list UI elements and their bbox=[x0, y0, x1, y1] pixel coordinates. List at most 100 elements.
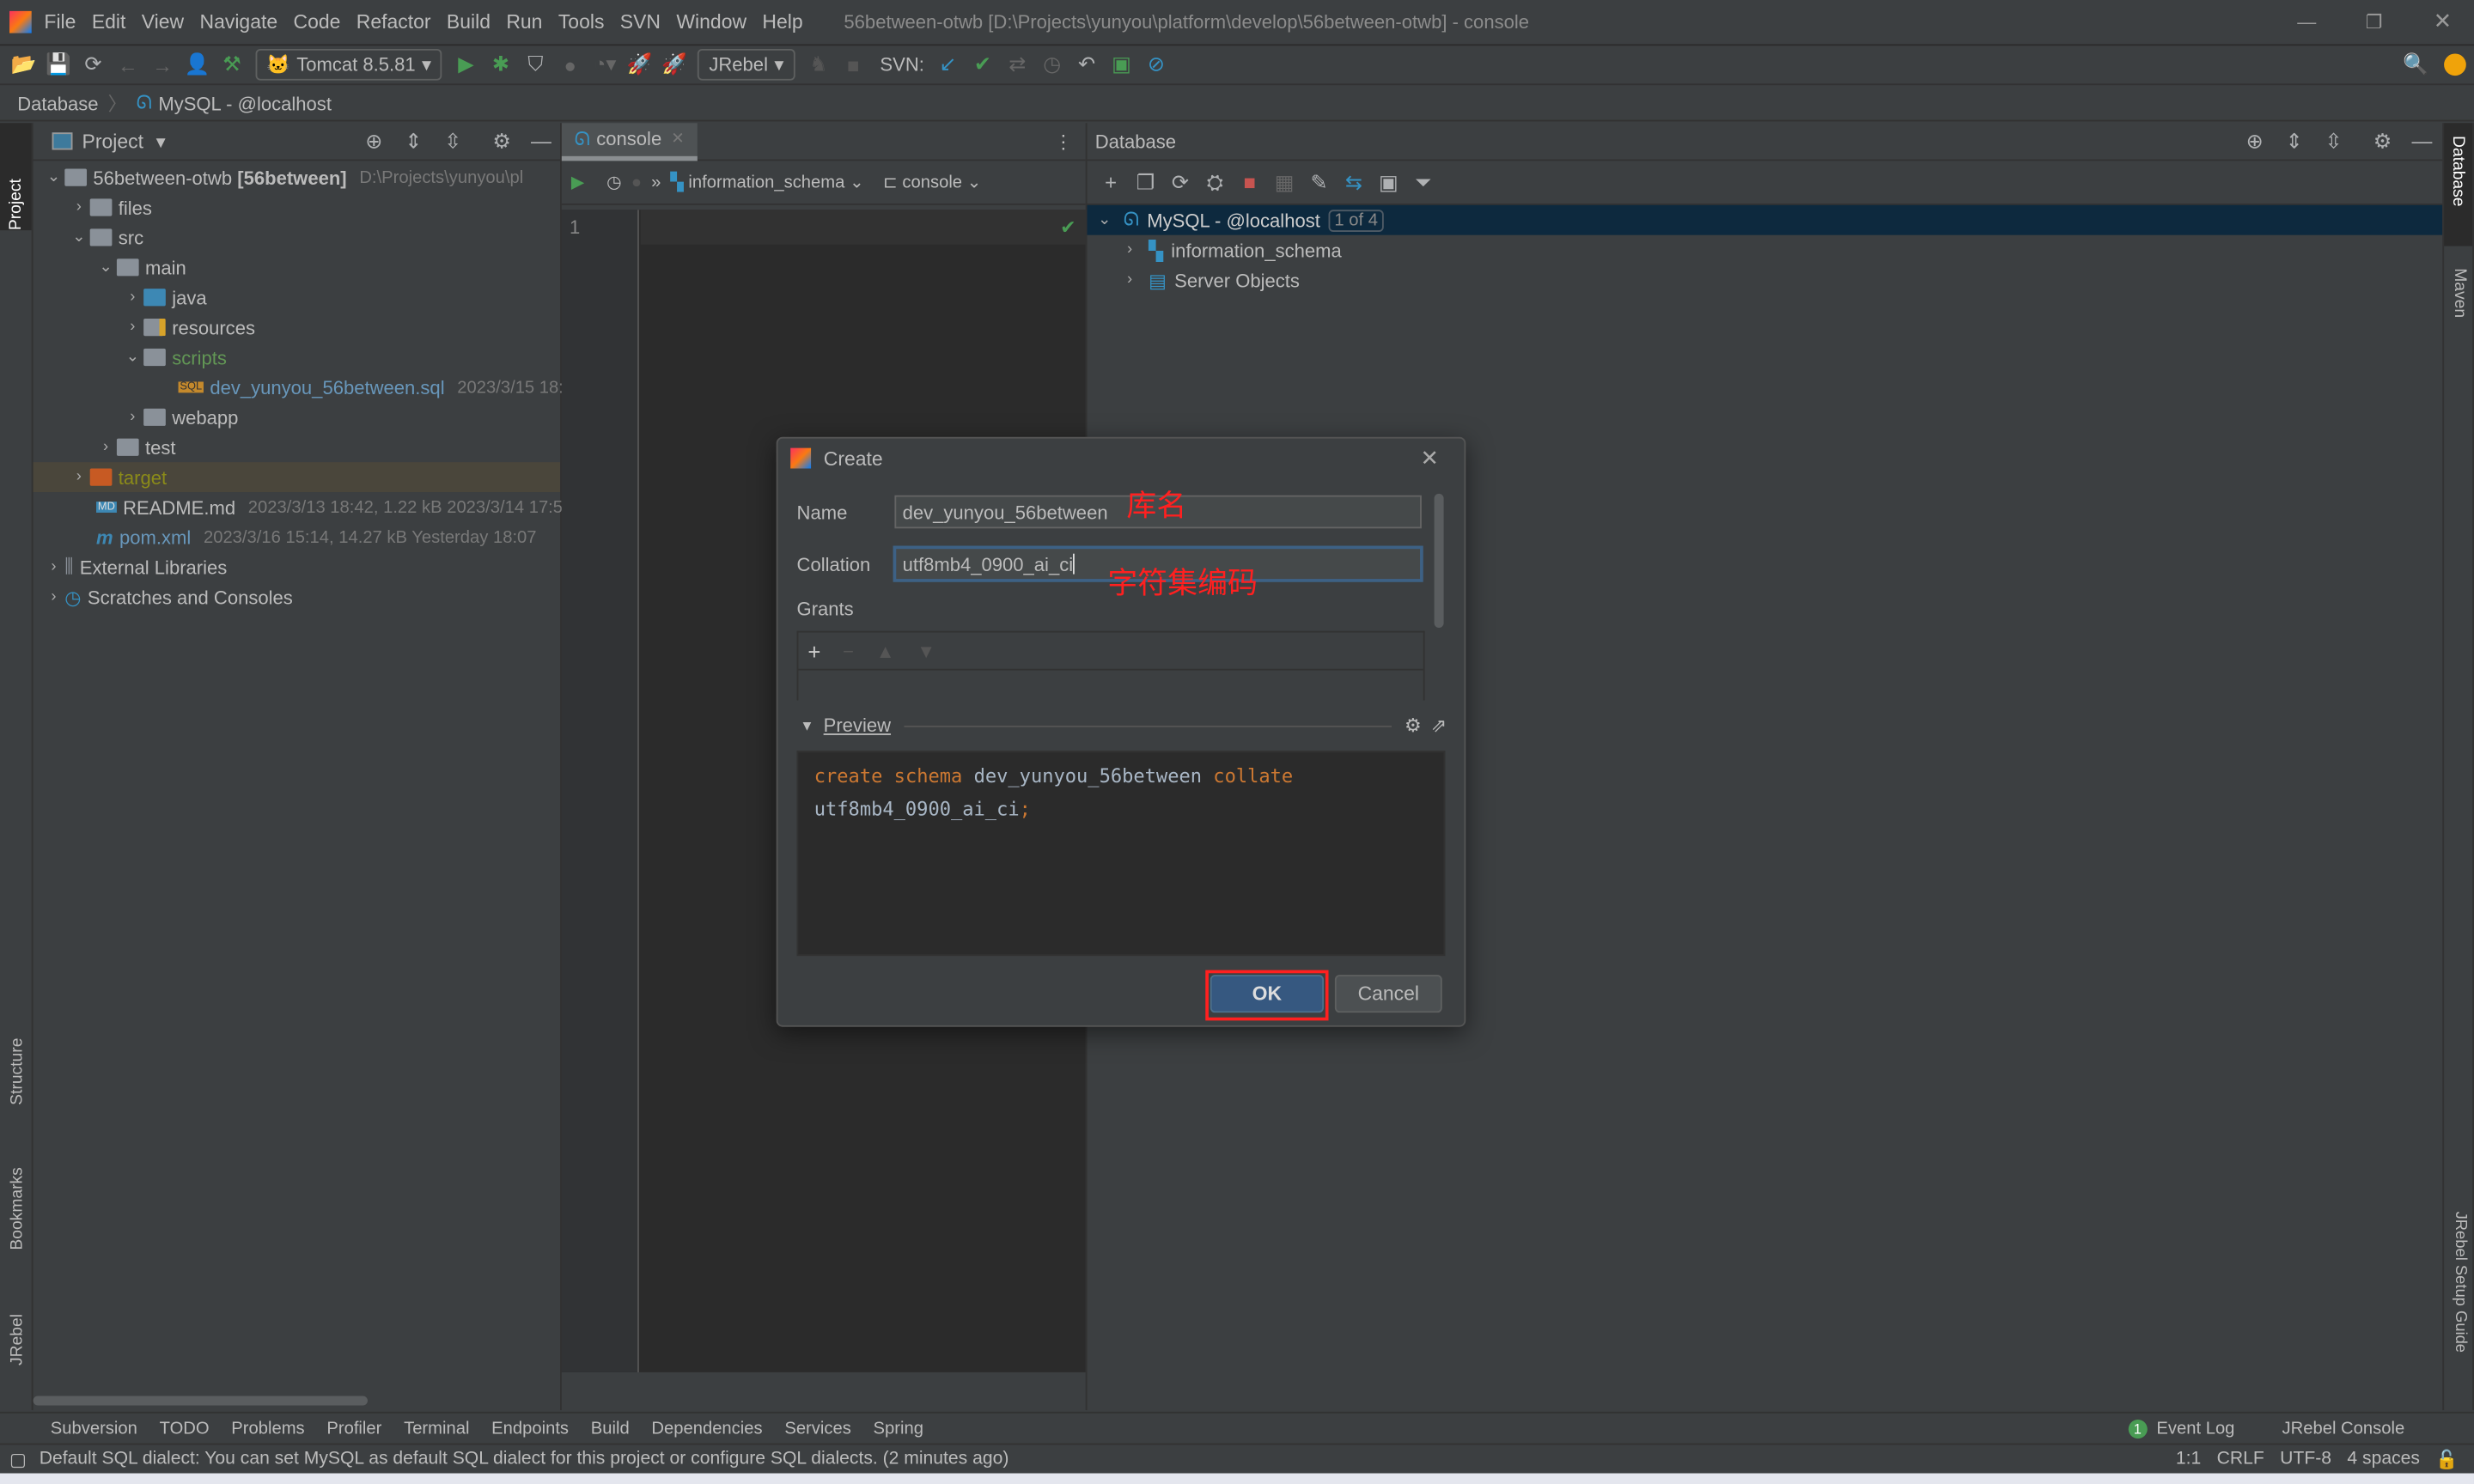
db-item-server-objects[interactable]: › ▤ Server Objects bbox=[1088, 265, 2443, 295]
close-tab-icon[interactable]: ✕ bbox=[671, 131, 684, 148]
line-separator[interactable]: CRLF bbox=[2217, 1450, 2264, 1469]
tree-root[interactable]: ⌄ 56between-otwb [56between] D:\Projects\y… bbox=[34, 162, 560, 192]
execute-icon[interactable]: ▶ bbox=[571, 172, 585, 192]
gear-icon[interactable]: ⚙ bbox=[484, 125, 519, 157]
jrebel-tool-button[interactable]: JRebel bbox=[0, 1314, 34, 1365]
menu-run[interactable]: Run bbox=[506, 10, 542, 33]
menu-tools[interactable]: Tools bbox=[558, 10, 605, 33]
collapse-all-icon[interactable]: ⇳ bbox=[436, 125, 470, 157]
tree-item-resources[interactable]: › resources bbox=[34, 313, 560, 343]
menu-svn[interactable]: SVN bbox=[620, 10, 661, 33]
status-toggle-icon[interactable]: ▢ bbox=[9, 1448, 27, 1470]
menu-navigate[interactable]: Navigate bbox=[199, 10, 277, 33]
tool-event-log[interactable]: Event Log bbox=[2156, 1419, 2234, 1438]
structure-tool-button[interactable]: Structure bbox=[0, 1038, 34, 1105]
save-icon[interactable]: 💾 bbox=[41, 49, 76, 81]
more-run-icon[interactable]: ◔▾ bbox=[588, 49, 622, 81]
tree-item-target[interactable]: › target bbox=[33, 462, 561, 493]
history-icon[interactable]: ◷ bbox=[606, 172, 622, 192]
locate-icon[interactable]: ⊕ bbox=[356, 125, 391, 157]
open-folder-icon[interactable]: 📂 bbox=[6, 49, 40, 81]
no-icon[interactable]: ⊘ bbox=[1139, 49, 1173, 81]
breadcrumb-database[interactable]: Database bbox=[17, 92, 98, 114]
menu-file[interactable]: File bbox=[44, 10, 76, 33]
open-external-icon[interactable]: ⇗ bbox=[1431, 715, 1447, 737]
jrebel-icon[interactable]: ♞ bbox=[801, 49, 836, 81]
duplicate-icon[interactable]: ❐ bbox=[1128, 167, 1162, 198]
tree-item-main[interactable]: ⌄ main bbox=[34, 252, 560, 283]
dialog-scrollbar[interactable] bbox=[1434, 493, 1444, 629]
add-icon[interactable]: + bbox=[1094, 167, 1128, 198]
status-message[interactable]: Default SQL dialect: You can set MySQL a… bbox=[40, 1450, 1009, 1469]
tool-endpoints[interactable]: Endpoints bbox=[491, 1419, 569, 1438]
jump-icon[interactable]: ⇆ bbox=[1337, 167, 1371, 198]
breadcrumb-connection[interactable]: MySQL - @localhost bbox=[158, 92, 332, 114]
tool-terminal[interactable]: Terminal bbox=[404, 1419, 469, 1438]
file-encoding[interactable]: UTF-8 bbox=[2280, 1450, 2331, 1469]
jrebel-select[interactable]: JRebel ▾ bbox=[698, 48, 795, 81]
hide-icon[interactable]: — bbox=[524, 125, 558, 157]
tree-item-scratches[interactable]: › ◷ Scratches and Consoles bbox=[34, 582, 560, 612]
move-up-icon[interactable]: ▲ bbox=[876, 640, 895, 662]
history-icon[interactable]: ◷ bbox=[1034, 49, 1069, 81]
horizontal-scrollbar[interactable] bbox=[33, 1396, 368, 1406]
tree-item-readme[interactable]: MD README.md 2023/3/13 18:42, 1.22 kB 2023… bbox=[34, 492, 563, 522]
preview-code[interactable]: create schema dev_yunyou_56between colla… bbox=[796, 751, 1446, 957]
menu-view[interactable]: View bbox=[142, 10, 184, 33]
tab-console[interactable]: ᘏ console ✕ bbox=[561, 122, 698, 161]
tool-subversion[interactable]: Subversion bbox=[51, 1419, 137, 1438]
session-select[interactable]: ⊏ console ⌄ bbox=[883, 172, 982, 192]
tool-spring[interactable]: Spring bbox=[874, 1419, 923, 1438]
tool-jrebel-console[interactable]: JRebel Console bbox=[2282, 1419, 2405, 1438]
gear-icon[interactable]: ⚙ bbox=[1405, 715, 1422, 737]
edit-icon[interactable]: ✎ bbox=[1301, 167, 1336, 198]
db-connection[interactable]: ⌄ ᘏ MySQL - @localhost 1 of 4 bbox=[1087, 204, 2443, 235]
menu-refactor[interactable]: Refactor bbox=[356, 10, 431, 33]
expand-all-icon[interactable]: ⇕ bbox=[2276, 125, 2311, 157]
gear-icon[interactable]: ⚙ bbox=[2365, 125, 2399, 157]
cancel-button[interactable]: Cancel bbox=[1334, 975, 1442, 1013]
tool-build[interactable]: Build bbox=[591, 1419, 630, 1438]
db-tools-icon[interactable]: ⛭ bbox=[1197, 167, 1232, 198]
lock-icon[interactable]: 🔓 bbox=[2435, 1448, 2458, 1470]
search-icon[interactable]: 🔍 bbox=[2398, 49, 2433, 81]
table-icon[interactable]: ▦ bbox=[1267, 167, 1301, 198]
chevron-down-icon[interactable]: ▾ bbox=[156, 131, 166, 153]
close-window-button[interactable]: ✕ bbox=[2434, 8, 2453, 34]
tree-item-test[interactable]: › test bbox=[34, 432, 560, 462]
menu-build[interactable]: Build bbox=[447, 10, 491, 33]
svn-commit-icon[interactable]: ✔ bbox=[966, 49, 1000, 81]
tree-item-files[interactable]: › files bbox=[34, 192, 560, 222]
tree-item-sql-file[interactable]: SQL dev_yunyou_56between.sql 2023/3/15 18: bbox=[34, 372, 564, 402]
database-tool-button[interactable]: Database bbox=[2444, 123, 2473, 246]
more-options-icon[interactable]: ⋮ bbox=[1054, 131, 1073, 153]
indent-setting[interactable]: 4 spaces bbox=[2347, 1450, 2420, 1469]
project-tool-button[interactable]: Project bbox=[0, 123, 32, 231]
menu-code[interactable]: Code bbox=[293, 10, 340, 33]
sync-icon[interactable]: ⟳ bbox=[76, 49, 110, 81]
tree-item-pom[interactable]: m pom.xml 2023/3/16 15:14, 14.27 kB Yester… bbox=[34, 522, 560, 552]
hide-icon[interactable]: — bbox=[2404, 125, 2439, 157]
bookmarks-tool-button[interactable]: Bookmarks bbox=[0, 1167, 34, 1250]
run-config-select[interactable]: 🐱 Tomcat 8.5.81 ▾ bbox=[255, 48, 442, 81]
cursor-position[interactable]: 1:1 bbox=[2176, 1450, 2201, 1469]
revert-icon[interactable]: ↶ bbox=[1069, 49, 1104, 81]
profile-icon[interactable]: ● bbox=[553, 49, 588, 81]
debug-icon[interactable]: ✱ bbox=[484, 49, 518, 81]
tree-item-java[interactable]: › java bbox=[34, 283, 560, 313]
add-grant-icon[interactable]: + bbox=[807, 638, 820, 663]
build-hammer-icon[interactable]: ⚒ bbox=[215, 49, 249, 81]
expand-all-icon[interactable]: ⇕ bbox=[396, 125, 430, 157]
stop-icon[interactable]: ■ bbox=[1232, 167, 1266, 198]
tool-dependencies[interactable]: Dependencies bbox=[651, 1419, 762, 1438]
jrebel-debug-icon[interactable]: 🚀 bbox=[657, 49, 692, 81]
tree-item-scripts[interactable]: ⌄ scripts bbox=[34, 343, 560, 373]
remove-grant-icon[interactable]: − bbox=[843, 640, 854, 662]
run-icon[interactable]: ▶ bbox=[448, 49, 483, 81]
schema-select[interactable]: ▚ information_schema ⌄ bbox=[670, 172, 864, 192]
tool-problems[interactable]: Problems bbox=[231, 1419, 304, 1438]
ok-button[interactable]: OK bbox=[1210, 975, 1325, 1013]
close-dialog-button[interactable]: ✕ bbox=[1421, 445, 1440, 471]
tree-item-src[interactable]: ⌄ src bbox=[34, 222, 560, 252]
svn-update-icon[interactable]: ↙ bbox=[930, 49, 965, 81]
